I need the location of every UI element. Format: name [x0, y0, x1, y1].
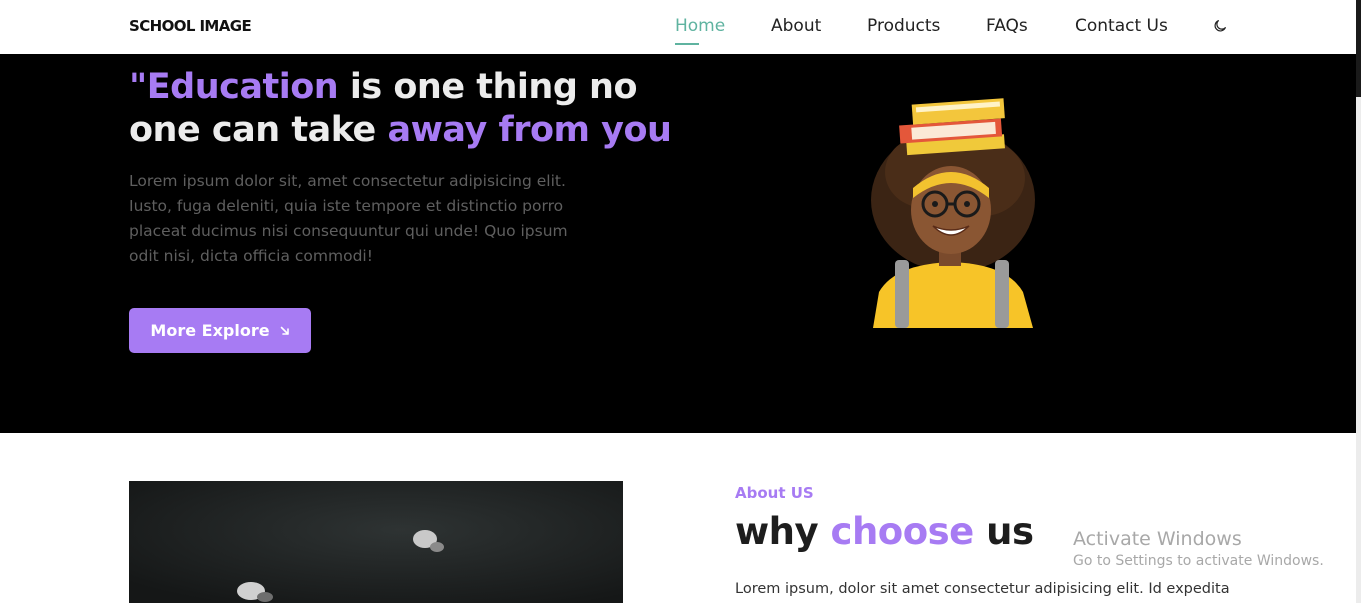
activate-windows-subtitle: Go to Settings to activate Windows. [1073, 553, 1324, 569]
hero-title: "Education is one thing no one can take … [129, 66, 689, 152]
nav-contact-us[interactable]: Contact Us [1075, 16, 1168, 36]
arrow-down-right-icon [280, 326, 289, 335]
girl-with-books-image [871, 98, 1035, 328]
page-scrollbar[interactable] [1356, 0, 1361, 603]
about-title-highlight: choose [830, 510, 975, 553]
about-title-part-3: us [973, 510, 1034, 553]
dark-classroom-image [129, 481, 623, 603]
hero-title-highlight-2: away from you [387, 110, 672, 150]
brand-logo[interactable]: SCHOOL IMAGE [129, 17, 252, 35]
hero-section: "Education is one thing no one can take … [0, 54, 1356, 433]
activate-windows-title: Activate Windows [1073, 528, 1242, 550]
nav-active-underline [675, 43, 699, 45]
more-explore-label: More Explore [150, 321, 270, 340]
about-title: why choose us [735, 510, 1034, 553]
moon-icon[interactable] [1212, 18, 1228, 34]
hero-title-highlight-1: "Education [129, 67, 339, 107]
about-kicker: About US [735, 484, 814, 502]
nav-products[interactable]: Products [867, 16, 940, 36]
nav-faqs[interactable]: FAQs [986, 16, 1028, 36]
hero-description: Lorem ipsum dolor sit, amet consectetur … [129, 172, 568, 265]
about-title-part-1: why [735, 510, 831, 553]
nav-about[interactable]: About [771, 16, 821, 36]
site-header: SCHOOL IMAGE Home About Products FAQs Co… [0, 0, 1356, 54]
about-photo [129, 481, 623, 603]
scrollbar-thumb[interactable] [1356, 0, 1361, 97]
nav-home[interactable]: Home [675, 16, 725, 36]
about-description: Lorem ipsum, dolor sit amet consectetur … [735, 581, 1230, 597]
more-explore-button[interactable]: More Explore [129, 308, 311, 353]
